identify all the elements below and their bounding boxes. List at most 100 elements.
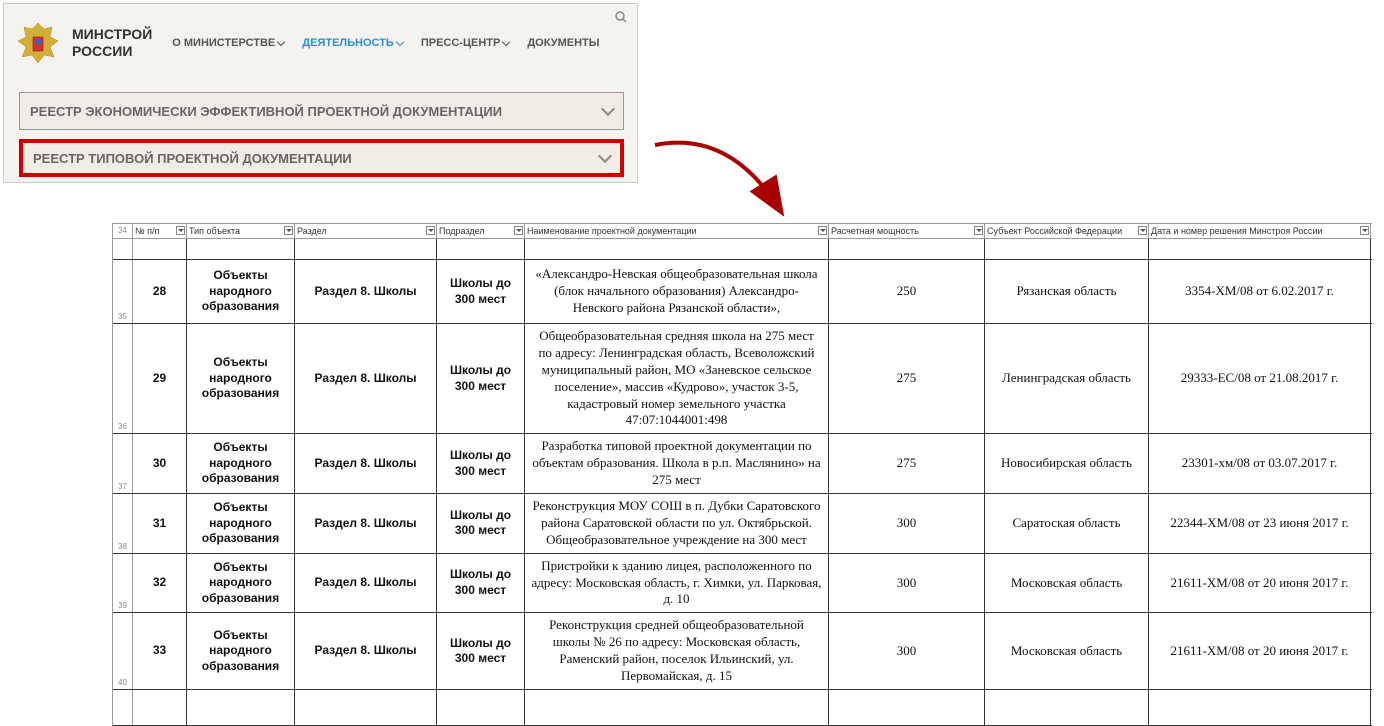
- logo-line1: МИНСТРОЙ: [72, 26, 152, 43]
- cell: 275: [829, 434, 985, 493]
- nav-menu: О МИНИСТЕРСТВЕ ДЕЯТЕЛЬНОСТЬ ПРЕСС-ЦЕНТР ДОК…: [172, 37, 599, 49]
- cell: 300: [829, 554, 985, 613]
- table-row: 3932Объекты народного образованияРаздел …: [113, 554, 1372, 614]
- cell: Разработка типовой проектной документаци…: [525, 434, 829, 493]
- cell: Школы до 300 мест: [437, 613, 525, 689]
- cell: Реконструкция средней общеобразовательно…: [525, 613, 829, 689]
- table-row: 3831Объекты народного образованияРаздел …: [113, 494, 1372, 554]
- filter-icon[interactable]: [176, 226, 185, 235]
- rownum-cell: [113, 690, 133, 725]
- cell: 29333-ЕС/08 от 21.08.2017 г.: [1149, 324, 1371, 433]
- nav-item[interactable]: ДОКУМЕНТЫ: [527, 37, 599, 49]
- nav-item[interactable]: О МИНИСТЕРСТВЕ: [172, 37, 284, 49]
- cell: Общеобразовательная средняя школа на 275…: [525, 324, 829, 433]
- cell: Объекты народного образования: [187, 434, 295, 493]
- filter-icon[interactable]: [426, 226, 435, 235]
- cell: Раздел 8. Школы: [295, 324, 437, 433]
- cell: Объекты народного образования: [187, 324, 295, 433]
- rownum-cell: 40: [113, 613, 133, 689]
- cell: Ленинградская область: [985, 324, 1149, 433]
- cell: 23301-хм/08 от 03.07.2017 г.: [1149, 434, 1371, 493]
- partial-row-bottom: [113, 690, 1372, 726]
- column-header[interactable]: Расчетная мощность: [829, 224, 985, 238]
- column-header[interactable]: Дата и номер решения Минстроя России: [1149, 224, 1371, 238]
- rownum-cell: 35: [113, 260, 133, 323]
- filter-icon[interactable]: [284, 226, 293, 235]
- cell: 32: [133, 554, 187, 613]
- cell: Пристройки к зданию лицея, расположенног…: [525, 554, 829, 613]
- cell: Объекты народного образования: [187, 554, 295, 613]
- rownum-cell: 38: [113, 494, 133, 553]
- cell: Школы до 300 мест: [437, 260, 525, 323]
- cell: Московская область: [985, 554, 1149, 613]
- cell: Объекты народного образования: [187, 613, 295, 689]
- cell: 300: [829, 494, 985, 553]
- cell: Раздел 8. Школы: [295, 494, 437, 553]
- column-header[interactable]: Раздел: [295, 224, 437, 238]
- rownum-cell: 37: [113, 434, 133, 493]
- header-card: МИНСТРОЙ РОССИИ О МИНИСТЕРСТВЕ ДЕЯТЕЛЬНОС…: [3, 3, 638, 183]
- cell: Рязанская область: [985, 260, 1149, 323]
- registry-table: 34 № п/пТип объектаРазделПодразделНаимен…: [112, 223, 1372, 726]
- arrow-icon: [650, 125, 800, 235]
- chevron-down-icon: [396, 37, 404, 45]
- filter-icon[interactable]: [818, 226, 827, 235]
- column-header[interactable]: Наименование проектной документации: [525, 224, 829, 238]
- cell: 21611-ХМ/08 от 20 июня 2017 г.: [1149, 554, 1371, 613]
- table-row: 4033Объекты народного образованияРаздел …: [113, 613, 1372, 690]
- cell: Раздел 8. Школы: [295, 260, 437, 323]
- table-header-row: 34 № п/пТип объектаРазделПодразделНаимен…: [113, 224, 1372, 239]
- cell: Объекты народного образования: [187, 260, 295, 323]
- cell: Саратоская область: [985, 494, 1149, 553]
- dropdown-registry-effective[interactable]: РЕЕСТР ЭКОНОМИЧЕСКИ ЭФФЕКТИВНОЙ ПРОЕКТНО…: [19, 92, 624, 130]
- cell: 31: [133, 494, 187, 553]
- chevron-down-icon: [598, 148, 612, 162]
- cell: 275: [829, 324, 985, 433]
- logo-section: МИНСТРОЙ РОССИИ О МИНИСТЕРСТВЕ ДЕЯТЕЛЬНОС…: [14, 14, 629, 72]
- cell: 30: [133, 434, 187, 493]
- rownum-cell: 39: [113, 554, 133, 613]
- partial-row: [113, 239, 1372, 260]
- dropdown-label: РЕЕСТР ЭКОНОМИЧЕСКИ ЭФФЕКТИВНОЙ ПРОЕКТНО…: [30, 104, 502, 119]
- cell: Школы до 300 мест: [437, 494, 525, 553]
- nav-item[interactable]: ДЕЯТЕЛЬНОСТЬ: [302, 37, 403, 49]
- cell: 250: [829, 260, 985, 323]
- chevron-down-icon: [601, 101, 615, 115]
- chevron-down-icon: [502, 37, 510, 45]
- table-row: 3629Объекты народного образованияРаздел …: [113, 324, 1372, 434]
- cell: 28: [133, 260, 187, 323]
- cell: Раздел 8. Школы: [295, 613, 437, 689]
- cell: 3354-ХМ/08 от 6.02.2017 г.: [1149, 260, 1371, 323]
- column-header[interactable]: Подраздел: [437, 224, 525, 238]
- nav-item[interactable]: ПРЕСС-ЦЕНТР: [421, 37, 510, 49]
- cell: Раздел 8. Школы: [295, 434, 437, 493]
- cell: «Александро-Невская общеобразовательная …: [525, 260, 829, 323]
- filter-icon[interactable]: [514, 226, 523, 235]
- table-row: 3730Объекты народного образованияРаздел …: [113, 434, 1372, 494]
- header-rownum: 34: [113, 224, 133, 238]
- cell: 21611-ХМ/08 от 20 июня 2017 г.: [1149, 613, 1371, 689]
- cell: Московская область: [985, 613, 1149, 689]
- column-header[interactable]: Субъект Российской Федерации: [985, 224, 1149, 238]
- cell: Объекты народного образования: [187, 494, 295, 553]
- logo-line2: РОССИИ: [72, 43, 152, 60]
- emblem-icon: [14, 19, 62, 67]
- cell: Школы до 300 мест: [437, 434, 525, 493]
- filter-icon[interactable]: [974, 226, 983, 235]
- column-header[interactable]: Тип объекта: [187, 224, 295, 238]
- column-header[interactable]: № п/п: [133, 224, 187, 238]
- cell: 29: [133, 324, 187, 433]
- filter-icon[interactable]: [1138, 226, 1147, 235]
- rownum-cell: [113, 239, 133, 259]
- dropdown-registry-typical[interactable]: РЕЕСТР ТИПОВОЙ ПРОЕКТНОЙ ДОКУМЕНТАЦИИ: [19, 139, 624, 177]
- cell: Раздел 8. Школы: [295, 554, 437, 613]
- cell: Школы до 300 мест: [437, 554, 525, 613]
- dropdown-label: РЕЕСТР ТИПОВОЙ ПРОЕКТНОЙ ДОКУМЕНТАЦИИ: [33, 151, 352, 166]
- chevron-down-icon: [277, 37, 285, 45]
- cell: 300: [829, 613, 985, 689]
- logo-text: МИНСТРОЙ РОССИИ: [72, 26, 152, 60]
- cell: Новосибирская область: [985, 434, 1149, 493]
- cell: 22344-ХМ/08 от 23 июня 2017 г.: [1149, 494, 1371, 553]
- filter-icon[interactable]: [1360, 226, 1369, 235]
- cell: 33: [133, 613, 187, 689]
